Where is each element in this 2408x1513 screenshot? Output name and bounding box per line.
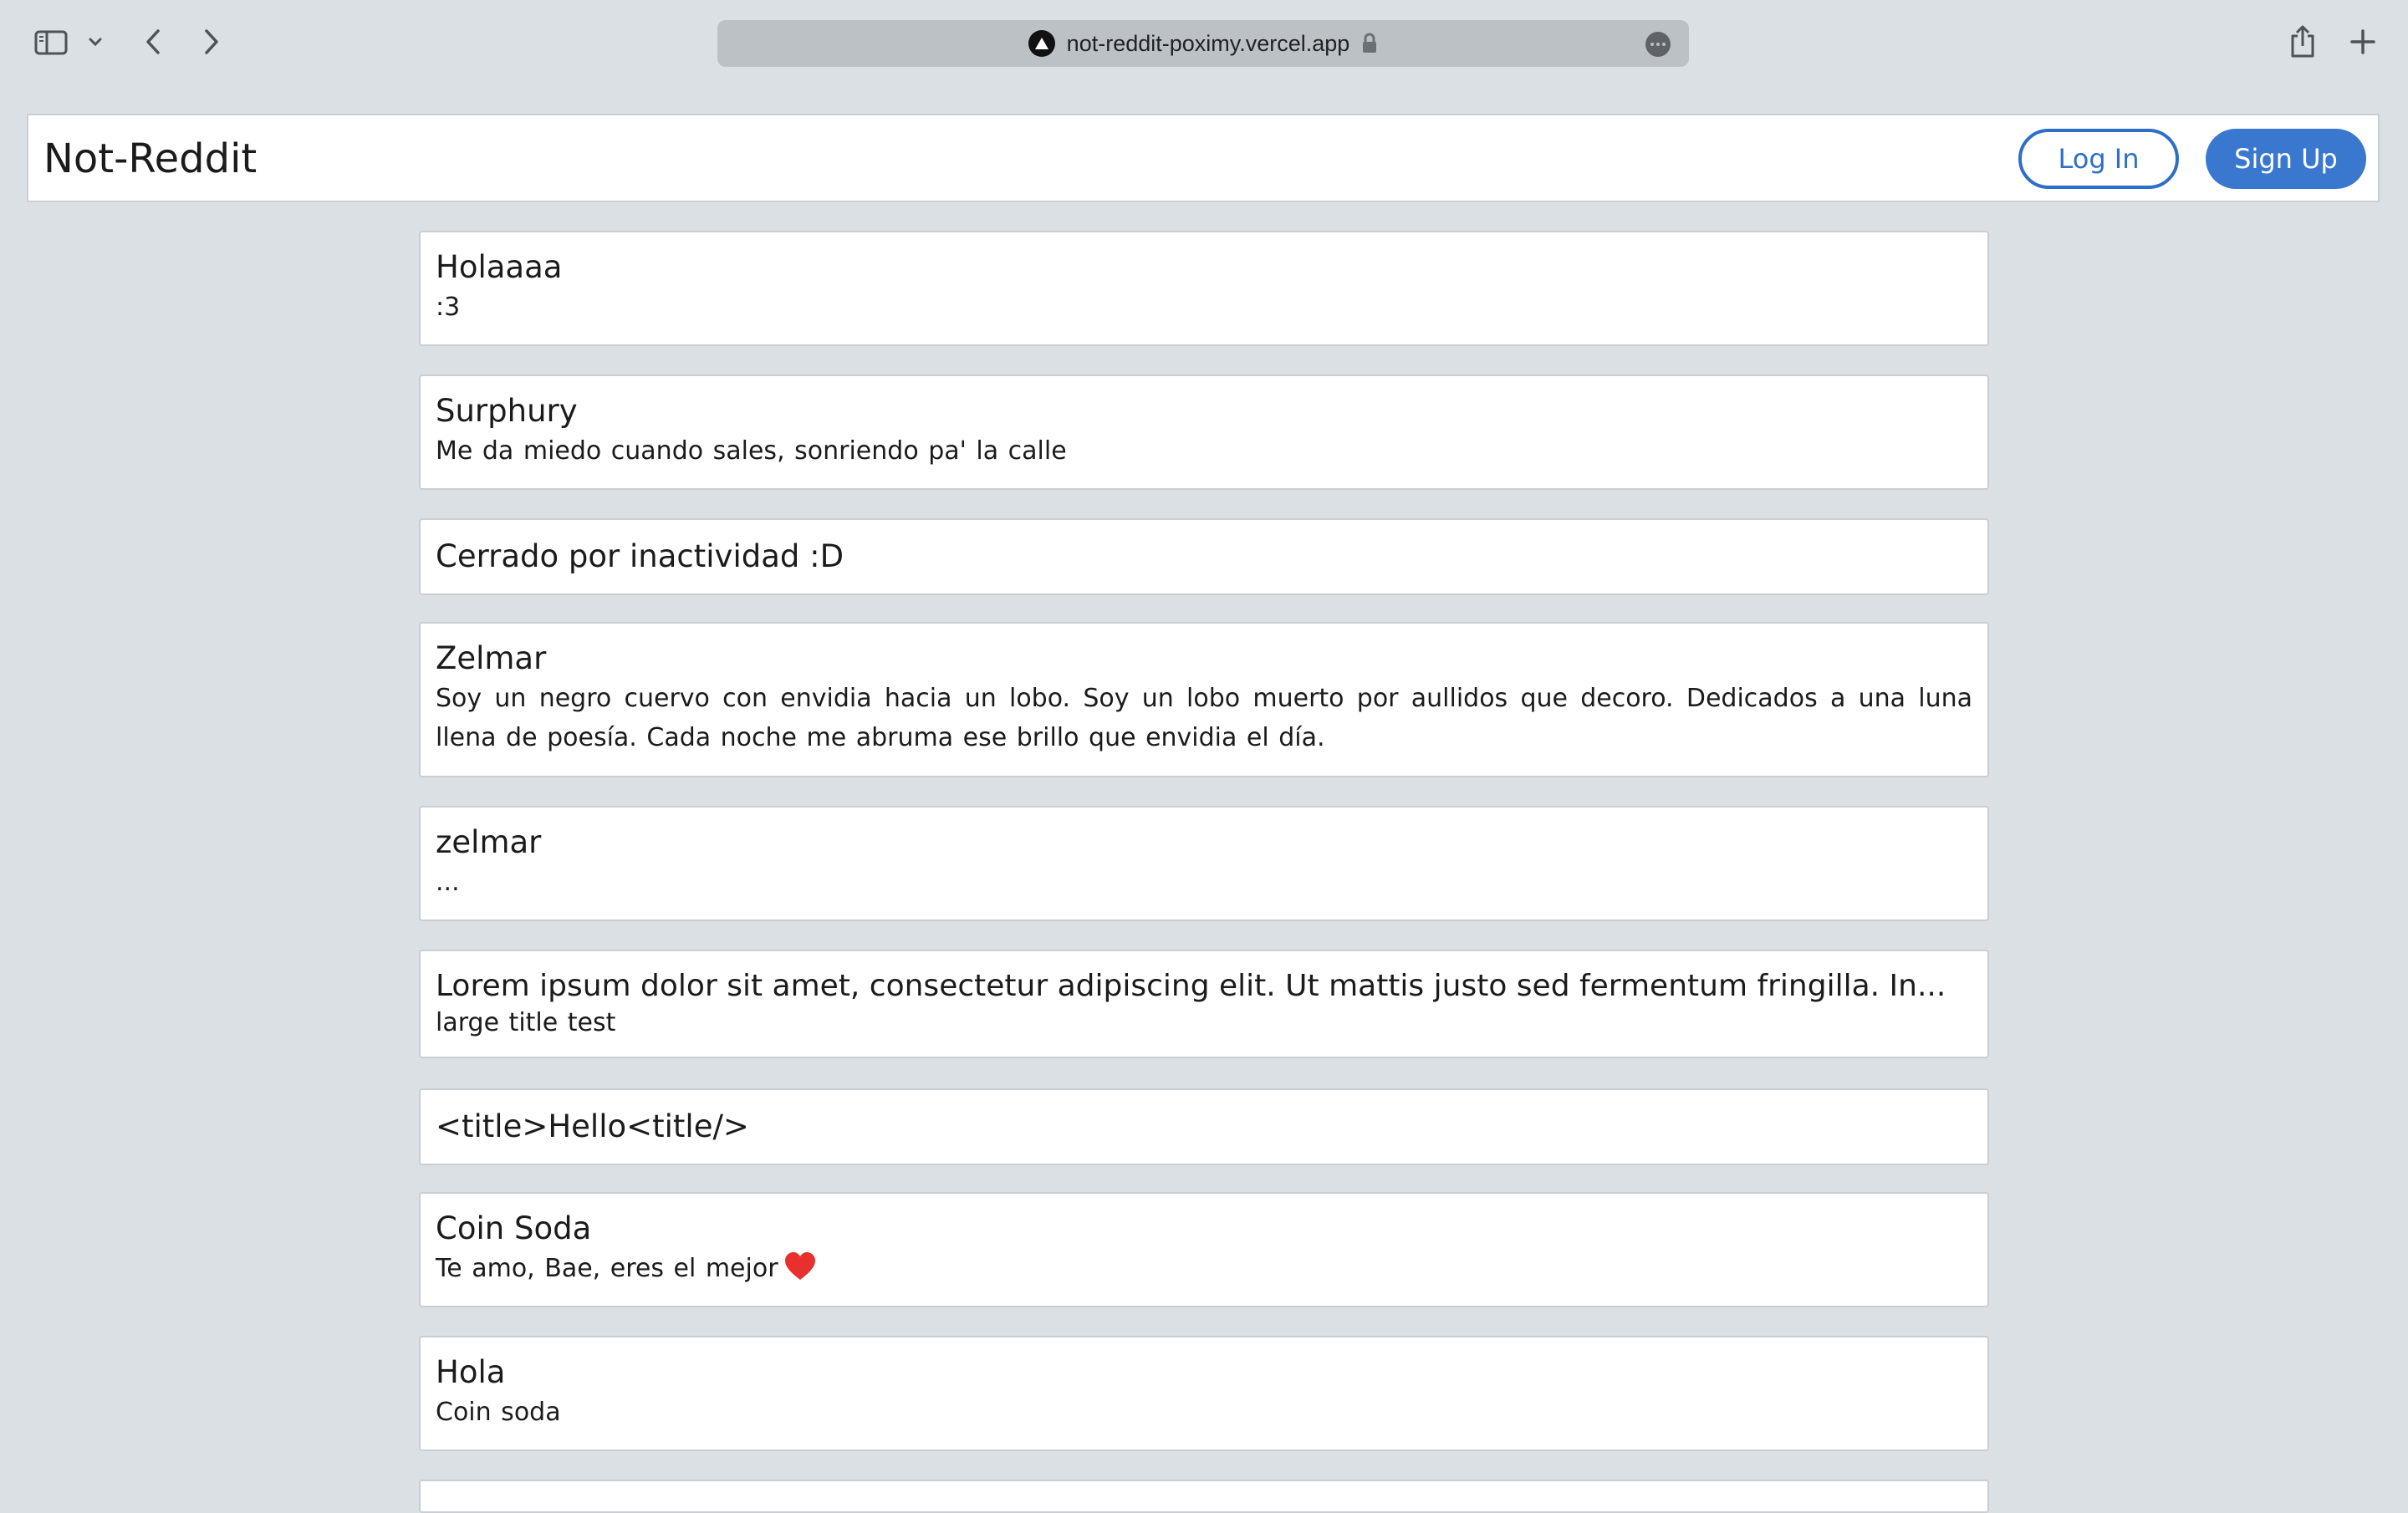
post-card[interactable]: Coin Soda Te amo, Bae, eres el mejor [419, 1192, 1989, 1307]
new-tab-icon[interactable] [2346, 25, 2380, 59]
post-card[interactable]: Surphury Me da miedo cuando sales, sonri… [419, 374, 1989, 490]
lock-icon [1361, 33, 1378, 54]
browser-toolbar: not-reddit-poximy.vercel.app [0, 0, 2408, 87]
url-text: not-reddit-poximy.vercel.app [1066, 30, 1350, 56]
app-header: Not-Reddit Log In Sign Up [27, 114, 2380, 202]
page-menu-icon[interactable] [1645, 32, 1671, 57]
post-card[interactable]: zelmar ... [419, 806, 1989, 921]
post-body: Soy un negro cuervo con envidia hacia un… [436, 684, 1972, 752]
post-body: large title test [436, 1008, 616, 1037]
post-card[interactable]: <title>Hello<title/> [419, 1088, 1989, 1165]
post-body: ... [436, 868, 460, 897]
share-icon[interactable] [2286, 22, 2319, 62]
site-favicon-icon [1028, 30, 1055, 57]
post-card[interactable]: Holaaaa :3 [419, 231, 1989, 346]
post-body: Te amo, Bae, eres el mejor [436, 1249, 1972, 1293]
post-body: :3 [436, 293, 461, 322]
post-card[interactable]: Lorem ipsum dolor sit amet, consectetur … [419, 950, 1989, 1058]
forward-icon[interactable] [196, 25, 227, 59]
chevron-down-icon[interactable] [84, 30, 107, 53]
post-body: Me da miedo cuando sales, sonriendo pa' … [436, 436, 1067, 466]
sidebar-toggle-icon[interactable] [32, 27, 70, 59]
address-bar[interactable]: not-reddit-poximy.vercel.app [717, 20, 1689, 67]
post-title: Cerrado por inactividad :D [436, 538, 844, 574]
login-button[interactable]: Log In [2018, 129, 2179, 189]
post-card[interactable] [419, 1480, 1989, 1513]
post-card[interactable]: Hola Coin soda [419, 1336, 1989, 1451]
post-title: Hola [436, 1354, 506, 1390]
post-body-text: Te amo, Bae, eres el mejor [436, 1254, 778, 1283]
post-title: Holaaaa [436, 249, 563, 285]
post-title: Lorem ipsum dolor sit amet, consectetur … [436, 969, 1946, 1003]
post-title: zelmar [436, 824, 542, 860]
post-title: Zelmar [436, 640, 547, 676]
post-title: Surphury [436, 393, 578, 429]
post-card[interactable]: Cerrado por inactividad :D [419, 518, 1989, 595]
post-title: <title>Hello<title/> [436, 1108, 749, 1144]
post-title: Coin Soda [436, 1210, 592, 1246]
post-card[interactable]: Zelmar Soy un negro cuervo con envidia h… [419, 622, 1989, 777]
signup-button[interactable]: Sign Up [2206, 129, 2366, 189]
post-body: Coin soda [436, 1398, 561, 1427]
heart-icon [783, 1251, 817, 1293]
brand-title[interactable]: Not-Reddit [43, 135, 257, 182]
back-icon[interactable] [137, 25, 169, 59]
